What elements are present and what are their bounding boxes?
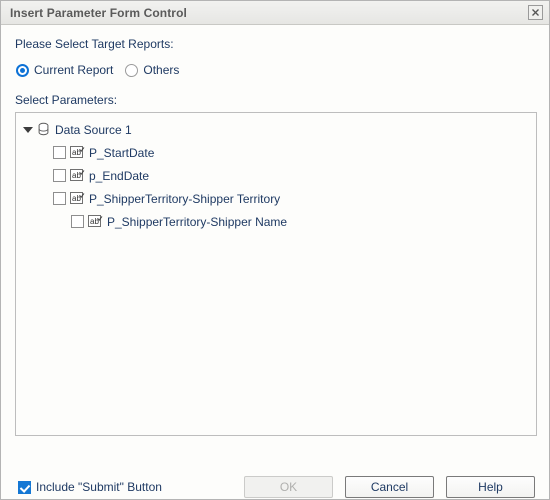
tree-node-label: P_StartDate [89, 145, 155, 160]
tree-node-parameter[interactable]: ab P_ShipperTerritory-Shipper Name [16, 210, 536, 233]
dialog-body: Please Select Target Reports: Current Re… [1, 25, 549, 499]
tree-node-datasource[interactable]: Data Source 1 [16, 118, 536, 141]
radio-option-others[interactable]: Others [125, 63, 179, 77]
tree-node-label: P_ShipperTerritory-Shipper Name [107, 214, 288, 229]
insert-parameter-form-control-dialog: Insert Parameter Form Control Please Sel… [0, 0, 550, 500]
include-submit-button-option[interactable]: Include "Submit" Button [18, 480, 162, 494]
close-icon[interactable] [528, 5, 543, 20]
tree-node-parameter[interactable]: ab P_StartDate [16, 141, 536, 164]
parameters-tree: Data Source 1 ab P_StartDate ab p_EndDat… [16, 113, 536, 233]
tree-node-label: p_EndDate [89, 168, 150, 183]
dialog-title: Insert Parameter Form Control [10, 5, 187, 20]
parameter-ab-icon: ab [70, 192, 85, 205]
tree-node-parameter[interactable]: ab P_ShipperTerritory-Shipper Territory [16, 187, 536, 210]
tree-node-checkbox[interactable] [53, 192, 66, 205]
select-parameters-label: Select Parameters: [15, 93, 118, 107]
tree-node-checkbox[interactable] [53, 146, 66, 159]
parameter-ab-icon: ab [88, 215, 103, 228]
dialog-titlebar: Insert Parameter Form Control [1, 1, 549, 25]
parameters-tree-panel[interactable]: Data Source 1 ab P_StartDate ab p_EndDat… [15, 112, 537, 436]
include-submit-label: Include "Submit" Button [36, 480, 162, 494]
radio-label-current-report: Current Report [34, 63, 114, 77]
close-glyph [532, 9, 539, 16]
help-button[interactable]: Help [446, 476, 535, 498]
include-submit-checkbox[interactable] [18, 480, 31, 494]
cancel-button[interactable]: Cancel [345, 476, 434, 498]
tree-node-checkbox[interactable] [71, 215, 84, 228]
triangle-down-icon[interactable] [22, 124, 33, 135]
tree-node-parameter[interactable]: ab p_EndDate [16, 164, 536, 187]
parameter-ab-icon: ab [70, 146, 85, 159]
radio-label-others: Others [143, 63, 180, 77]
dialog-button-row: OK Cancel Help [244, 476, 535, 498]
parameter-ab-icon: ab [70, 169, 85, 182]
database-icon [36, 122, 51, 137]
ok-button[interactable]: OK [244, 476, 333, 498]
dialog-footer: Include "Submit" Button OK Cancel Help [1, 436, 549, 499]
tree-node-checkbox[interactable] [53, 169, 66, 182]
radio-button-current-report[interactable] [16, 63, 29, 77]
target-reports-radio-group: Current Report Others [16, 63, 191, 77]
radio-button-others[interactable] [125, 63, 139, 77]
tree-node-label: P_ShipperTerritory-Shipper Territory [89, 191, 281, 206]
target-reports-label: Please Select Target Reports: [15, 37, 174, 51]
radio-option-current-report[interactable]: Current Report [16, 63, 113, 77]
tree-node-label: Data Source 1 [55, 122, 132, 137]
